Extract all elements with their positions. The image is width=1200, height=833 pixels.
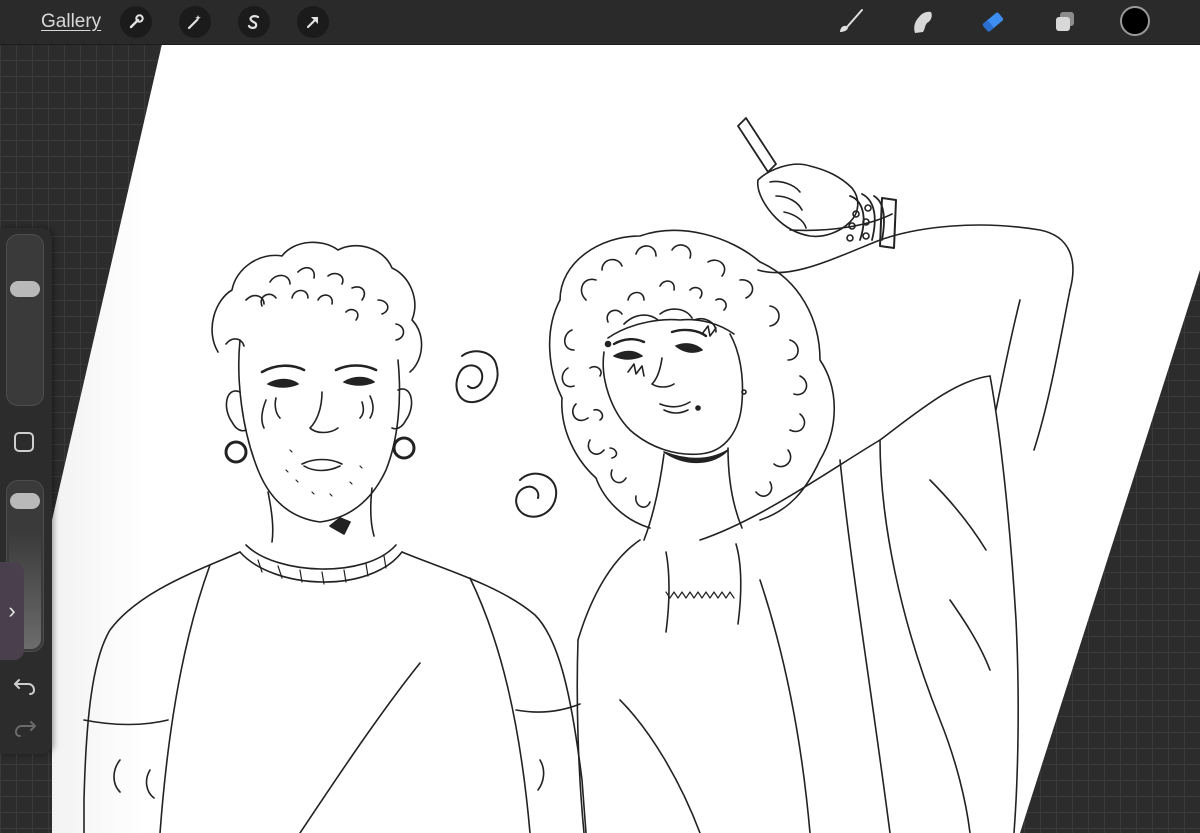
brush-size-knob[interactable]	[10, 281, 40, 297]
smudge-tool-button[interactable]	[905, 5, 939, 39]
brush-tool-button[interactable]	[834, 5, 868, 39]
selection-button[interactable]	[238, 6, 270, 38]
gallery-button[interactable]: Gallery	[41, 11, 101, 33]
modify-square-icon[interactable]	[14, 432, 34, 452]
opacity-knob[interactable]	[10, 492, 40, 509]
sidebar	[0, 228, 52, 754]
undo-icon[interactable]	[12, 672, 38, 698]
magic-wand-icon	[187, 15, 201, 30]
wrench-icon	[129, 14, 144, 29]
redo-icon[interactable]	[12, 714, 38, 740]
canvas-paper	[52, 44, 1200, 833]
transform-arrow-icon	[306, 16, 319, 29]
transform-button[interactable]	[297, 6, 329, 38]
layers-button[interactable]	[1048, 5, 1082, 39]
brush-size-slider[interactable]	[6, 234, 44, 406]
sidebar-handle[interactable]: ›	[0, 562, 24, 660]
smudge-icon	[914, 11, 932, 33]
brush-icon	[840, 9, 863, 32]
adjustments-button[interactable]	[179, 6, 211, 38]
eraser-tool-button[interactable]	[976, 5, 1010, 39]
selection-icon	[247, 15, 260, 29]
chevron-right-icon: ›	[8, 598, 16, 623]
actions-button[interactable]	[120, 6, 152, 38]
drawing-canvas[interactable]	[0, 44, 1200, 833]
top-toolbar: Gallery	[0, 0, 1200, 45]
color-swatch[interactable]	[1120, 6, 1150, 36]
layers-icon	[1056, 12, 1074, 31]
eraser-icon	[982, 12, 1004, 32]
